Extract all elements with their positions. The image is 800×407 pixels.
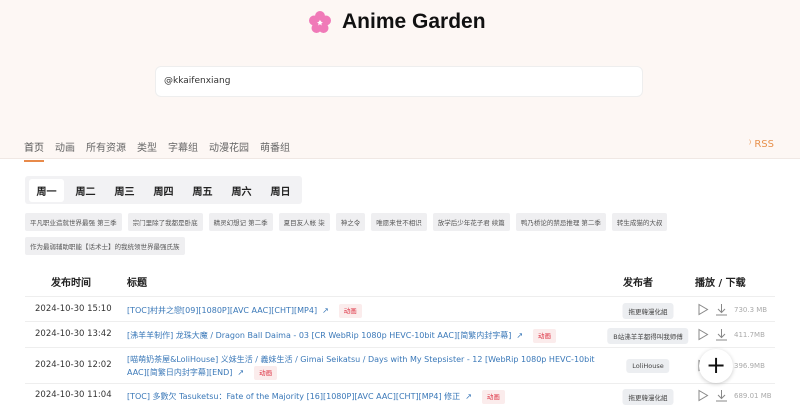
tab-mon[interactable]: 周一	[29, 178, 64, 202]
download-icon[interactable]	[715, 303, 728, 316]
row-actions: 730.3 MB	[697, 303, 767, 316]
tab-thu[interactable]: 周四	[146, 179, 181, 202]
nav-anime[interactable]: 动画	[55, 139, 75, 162]
svg-text:★: ★	[316, 19, 323, 28]
row-date: 2024-10-30 12:02	[35, 360, 112, 370]
tab-tue[interactable]: 周二	[68, 179, 103, 202]
play-icon[interactable]	[697, 328, 709, 341]
anime-tag[interactable]: 放学后少年花子君 续篇	[432, 213, 510, 231]
row-title-cell: [TOC] 多數欠 Tasuketsu：Fate of the Majority…	[127, 390, 597, 404]
tab-fri[interactable]: 周五	[185, 179, 220, 202]
row-actions: 411.7MB	[697, 328, 765, 341]
publisher-badge[interactable]: B站沸羊羊都得叫我师傅	[607, 328, 689, 344]
tab-sat[interactable]: 周六	[224, 179, 259, 202]
col-date: 发布时间	[51, 278, 91, 289]
col-title: 标题	[127, 278, 147, 289]
site-title: Anime Garden	[342, 10, 486, 33]
table-row: 2024-10-30 15:10 [TOC]村井之戀[09][1080P][AV…	[25, 296, 775, 321]
col-publisher: 发布者	[623, 278, 653, 289]
col-actions: 播放 / 下载	[695, 278, 746, 289]
table-row: 2024-10-30 11:04 [TOC] 多數欠 Tasuketsu：Fat…	[25, 383, 775, 407]
row-title-link[interactable]: [喵萌奶茶屋&LoliHouse] 义妹生活 / 義妹生活 / Gimai Se…	[127, 355, 595, 377]
publisher-badge[interactable]: 拖更韓漫化組	[622, 303, 674, 319]
publisher-badge[interactable]: LoliHouse	[626, 359, 670, 373]
file-size: 689.01 MB	[734, 391, 772, 400]
anime-tag[interactable]: 神之令	[335, 213, 366, 231]
nav-types[interactable]: 类型	[137, 139, 157, 162]
row-actions: 689.01 MB	[697, 389, 772, 402]
download-icon[interactable]	[715, 328, 728, 341]
anime-tag[interactable]: 鸭乃桥论的禁忌推理 第二季	[515, 213, 606, 231]
rss-label: RSS	[754, 139, 774, 150]
external-link-icon[interactable]: ↗	[237, 368, 244, 377]
anime-tag[interactable]: 作为最弱辅助职能【话术士】的我统领世界最强氏族	[25, 237, 185, 255]
logo[interactable]: ★ Anime Garden	[308, 10, 486, 34]
table-row: 2024-10-30 13:42 [沸羊羊制作] 龙珠大魔 / Dragon B…	[25, 321, 775, 347]
anime-tag[interactable]: 转生成猫的大叔	[611, 213, 668, 231]
add-button[interactable]: +	[699, 349, 733, 383]
rss-link[interactable]: ⁾ RSS	[749, 139, 774, 150]
play-icon[interactable]	[697, 389, 709, 402]
row-date: 2024-10-30 11:04	[35, 390, 112, 400]
publisher-badge[interactable]: 拖更韓漫化組	[622, 389, 674, 405]
anime-tag[interactable]: 精灵幻想记 第二季	[208, 213, 273, 231]
row-date: 2024-10-30 13:42	[35, 329, 112, 339]
category-badge[interactable]: 动画	[338, 304, 362, 318]
row-title-cell: [TOC]村井之戀[09][1080P][AVC AAC][CHT][MP4] ↗…	[127, 304, 597, 318]
category-badge[interactable]: 动画	[533, 329, 557, 343]
anime-tags: 平凡职业造就世界最强 第三季 宗门里除了我都是卧底 精灵幻想记 第二季 夏目友人…	[25, 213, 725, 255]
anime-tag[interactable]: 宗门里除了我都是卧底	[127, 213, 203, 231]
tab-wed[interactable]: 周三	[107, 179, 142, 202]
anime-tag[interactable]: 夏目友人帐 柒	[278, 213, 330, 231]
external-link-icon[interactable]: ↗	[322, 306, 329, 315]
row-title-link[interactable]: [沸羊羊制作] 龙珠大魔 / Dragon Ball Daima - 03 [C…	[127, 331, 511, 340]
search-input[interactable]: @kkaifenxiang	[155, 66, 643, 97]
nav-fansub[interactable]: 字幕组	[168, 139, 198, 162]
category-badge[interactable]: 动画	[254, 366, 278, 380]
anime-tag[interactable]: 平凡职业造就世界最强 第三季	[25, 213, 122, 231]
weekday-tabs: 周一 周二 周三 周四 周五 周六 周日	[25, 176, 302, 204]
nav-home[interactable]: 首页	[24, 139, 44, 162]
download-icon[interactable]	[715, 389, 728, 402]
row-title-cell: [沸羊羊制作] 龙珠大魔 / Dragon Ball Daima - 03 [C…	[127, 329, 597, 343]
nav-dmhy[interactable]: 动漫花园	[209, 139, 249, 162]
file-size: 396.9MB	[734, 361, 765, 370]
header-band: ★ Anime Garden @kkaifenxiang 首页 动画 所有资源 …	[0, 0, 800, 162]
row-title-link[interactable]: [TOC] 多數欠 Tasuketsu：Fate of the Majority…	[127, 392, 460, 401]
row-date: 2024-10-30 15:10	[35, 304, 112, 314]
row-title-cell: [喵萌奶茶屋&LoliHouse] 义妹生活 / 義妹生活 / Gimai Se…	[127, 354, 597, 380]
category-badge[interactable]: 动画	[481, 390, 505, 404]
sakura-icon: ★	[309, 11, 331, 33]
external-link-icon[interactable]: ↗	[516, 331, 523, 340]
external-link-icon[interactable]: ↗	[465, 392, 472, 401]
file-size: 411.7MB	[734, 330, 765, 339]
nav-all-resources[interactable]: 所有资源	[86, 139, 126, 162]
nav-bangumi-moe[interactable]: 萌番组	[260, 139, 290, 162]
table-row: 2024-10-30 12:02 [喵萌奶茶屋&LoliHouse] 义妹生活 …	[25, 347, 775, 383]
tab-sun[interactable]: 周日	[263, 179, 298, 202]
file-size: 730.3 MB	[734, 305, 768, 314]
anime-tag[interactable]: 唯愿来世不相识	[371, 213, 427, 231]
play-icon[interactable]	[697, 303, 709, 316]
row-title-link[interactable]: [TOC]村井之戀[09][1080P][AVC AAC][CHT][MP4]	[127, 306, 317, 315]
main-nav: 首页 动画 所有资源 类型 字幕组 动漫花园 萌番组	[24, 139, 290, 162]
